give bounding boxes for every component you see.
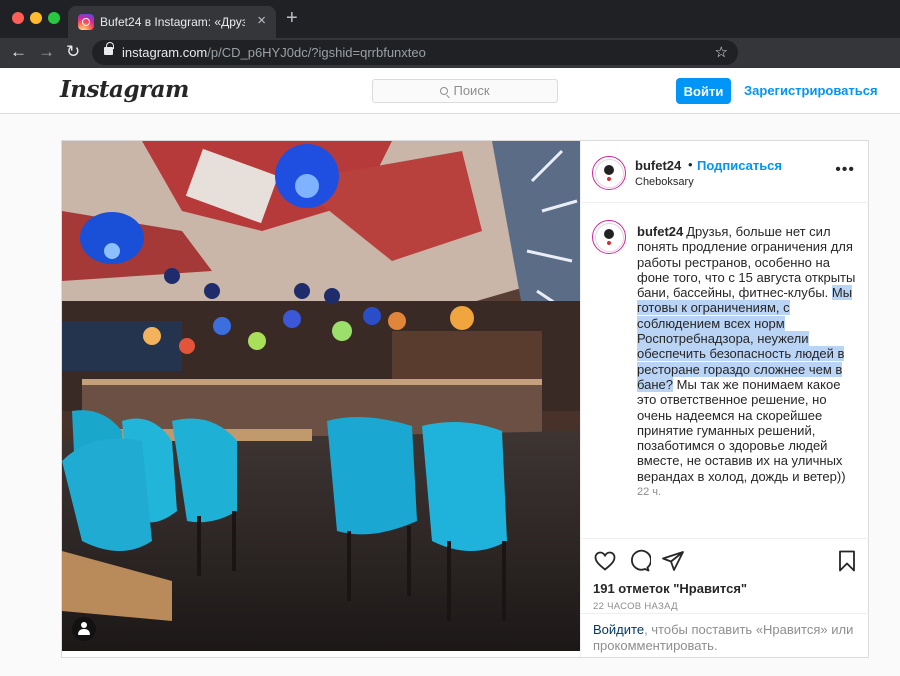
browser-tab[interactable]: Bufet24 в Instagram: «Друзья, ×	[68, 6, 276, 38]
search-icon	[440, 87, 449, 95]
share-icon[interactable]	[661, 549, 685, 573]
login-button[interactable]: Войти	[676, 78, 731, 104]
instagram-header: Instagram Поиск Войти Зарегистрироваться	[0, 68, 900, 114]
caption-time-ago: 22 ч.	[637, 486, 662, 498]
login-prompt: Войдите, чтобы поставить «Нравится» или …	[581, 613, 869, 657]
post-photo[interactable]	[62, 141, 580, 651]
reload-icon[interactable]: ↻	[66, 41, 80, 63]
user-tag-icon[interactable]	[72, 617, 96, 641]
tab-close-icon[interactable]: ×	[257, 13, 266, 29]
bookmark-icon[interactable]	[835, 549, 859, 573]
restaurant-photo	[62, 141, 580, 651]
search-input[interactable]: Поиск	[372, 79, 558, 103]
heart-icon[interactable]	[593, 549, 617, 573]
search-placeholder: Поиск	[453, 83, 490, 98]
dot-separator: •	[688, 157, 693, 172]
minimize-window-button[interactable]	[30, 12, 42, 24]
post-card: bufet24 • Подписаться Cheboksary ••• buf…	[61, 140, 869, 658]
avatar[interactable]	[592, 156, 626, 190]
back-arrow-icon[interactable]: ←	[10, 41, 27, 63]
caption-text-end: Мы так же понимаем какое это ответственн…	[637, 376, 846, 484]
post-actions: 191 отметок "Нравится" 22 ЧАСОВ НАЗАД Во…	[581, 538, 869, 658]
browser-tab-bar: Bufet24 в Instagram: «Друзья, × +	[0, 0, 900, 38]
post-header: bufet24 • Подписаться Cheboksary •••	[581, 141, 869, 203]
caption-text-highlighted: Мы готовы к ограничениям, с соблюдением …	[637, 285, 853, 392]
star-icon[interactable]: ☆	[715, 43, 728, 61]
post-username[interactable]: bufet24	[635, 158, 681, 173]
follow-button[interactable]: Подписаться	[697, 158, 782, 173]
post-timestamp: 22 ЧАСОВ НАЗАД	[593, 601, 678, 612]
caption-area: bufet24 Друзья, больше нет сил понять про…	[581, 204, 869, 538]
comment-icon[interactable]	[627, 549, 651, 573]
tab-title: Bufet24 в Instagram: «Друзья,	[100, 15, 245, 29]
close-window-button[interactable]	[12, 12, 24, 24]
lock-icon	[104, 42, 114, 55]
url-text[interactable]: instagram.com/p/CD_p6HYJ0dc/?igshid=qrrb…	[122, 45, 426, 60]
post-sidebar: bufet24 • Подписаться Cheboksary ••• buf…	[580, 141, 869, 658]
likes-count[interactable]: 191 отметок "Нравится"	[593, 581, 747, 596]
caption-avatar[interactable]	[592, 220, 626, 254]
address-bar[interactable]: instagram.com/p/CD_p6HYJ0dc/?igshid=qrrb…	[92, 40, 738, 65]
new-tab-button[interactable]: +	[286, 8, 298, 28]
post-location[interactable]: Cheboksary	[635, 176, 694, 188]
browser-toolbar: ← → ↻ instagram.com/p/CD_p6HYJ0dc/?igshi…	[0, 38, 900, 68]
maximize-window-button[interactable]	[48, 12, 60, 24]
instagram-favicon-icon	[78, 14, 94, 30]
login-link[interactable]: Войдите	[593, 622, 644, 637]
forward-arrow-icon[interactable]: →	[38, 41, 55, 63]
caption-username[interactable]: bufet24	[637, 224, 683, 239]
url-host: instagram.com	[122, 45, 208, 60]
more-icon[interactable]: •••	[835, 161, 855, 179]
url-path: /p/CD_p6HYJ0dc/?igshid=qrrbfunxteo	[207, 45, 426, 60]
post-caption: bufet24 Друзья, больше нет сил понять про…	[637, 224, 859, 484]
instagram-logo[interactable]: Instagram	[60, 76, 189, 103]
signup-link[interactable]: Зарегистрироваться	[744, 83, 878, 98]
